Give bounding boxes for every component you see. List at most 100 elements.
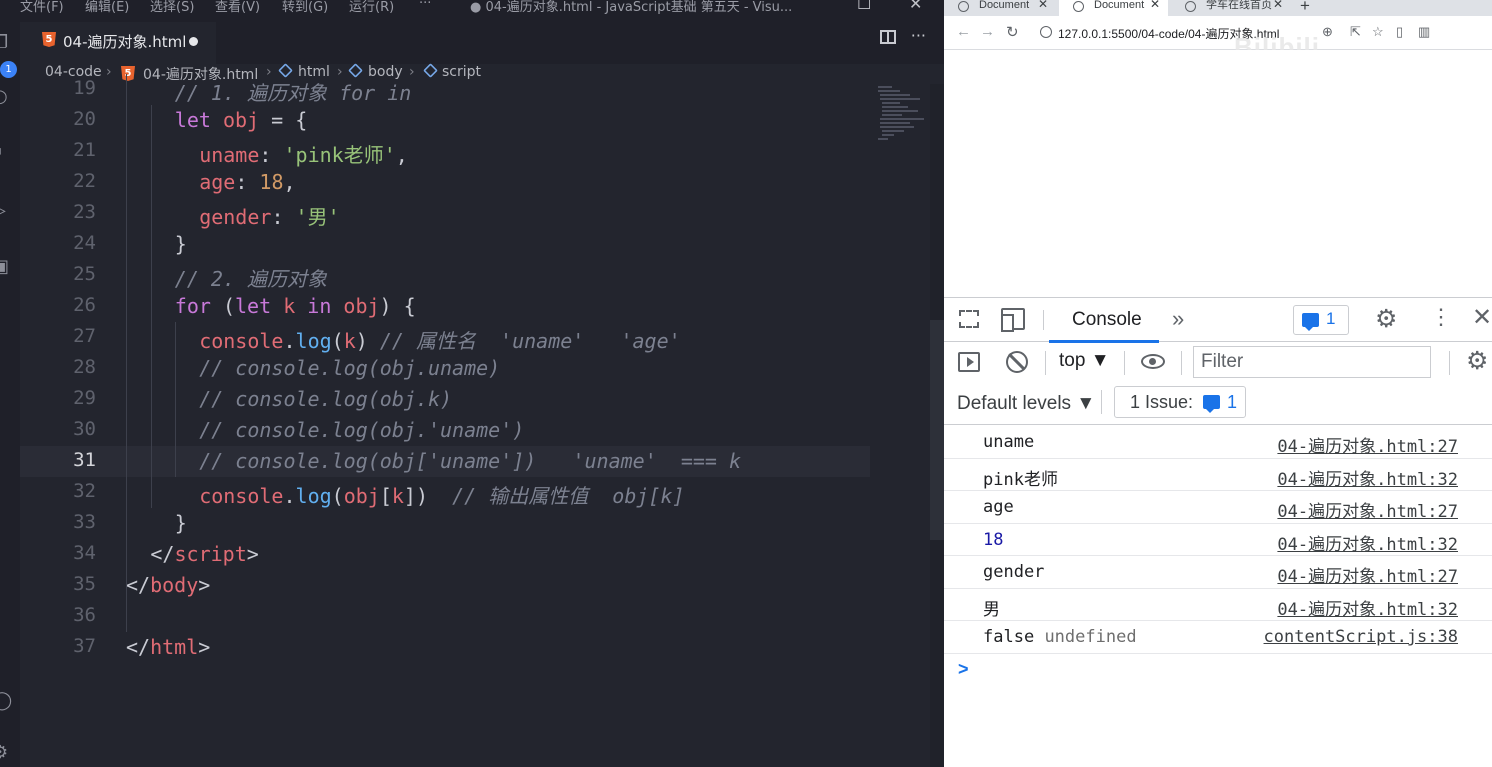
code-line[interactable]: 26 for (let k in obj) { bbox=[20, 291, 870, 322]
device-toolbar-icon[interactable] bbox=[1001, 308, 1025, 332]
explorer-icon[interactable]: ❐ bbox=[0, 32, 14, 54]
code-line[interactable]: 23 gender: '男' bbox=[20, 198, 870, 229]
code-token: body bbox=[150, 573, 199, 597]
unsaved-dot-icon[interactable] bbox=[189, 37, 198, 46]
zoom-icon[interactable]: ⊕ bbox=[1322, 24, 1333, 40]
code-line[interactable]: 19 // 1. 遍历对象 for in bbox=[20, 74, 870, 105]
indent-guide bbox=[175, 322, 176, 477]
account-icon[interactable]: ◯ bbox=[0, 690, 14, 712]
code-line[interactable]: 34 </script> bbox=[20, 539, 870, 570]
code-token: obj bbox=[343, 484, 380, 508]
split-editor-icon[interactable] bbox=[880, 30, 896, 44]
kebab-menu-icon[interactable]: ⋮ bbox=[1430, 304, 1452, 330]
close-tab-icon[interactable]: ✕ bbox=[1150, 0, 1160, 11]
console-source-link[interactable]: 04-遍历对象.html:32 bbox=[1277, 465, 1458, 490]
share-icon[interactable]: ⇱ bbox=[1350, 24, 1361, 40]
code-line[interactable]: 33} bbox=[20, 508, 870, 539]
inspect-element-icon[interactable] bbox=[959, 310, 979, 328]
code-editor[interactable]: 19 // 1. 遍历对象 for in 20 let obj = {21 uname:… bbox=[20, 74, 870, 767]
console-sidebar-icon[interactable] bbox=[958, 352, 980, 372]
console-source-link[interactable]: 04-遍历对象.html:32 bbox=[1277, 530, 1458, 555]
code-line[interactable]: 28 // console.log(obj.uname) bbox=[20, 353, 870, 384]
editor-tab[interactable]: 5 04-遍历对象.html bbox=[20, 22, 216, 64]
code-text: console.log(k) // 属性名 'uname' 'age' bbox=[199, 325, 680, 354]
more-tabs-icon[interactable]: » bbox=[1172, 306, 1184, 332]
run-debug-icon[interactable]: ▷ bbox=[0, 200, 14, 222]
console-settings-icon[interactable]: ⚙ bbox=[1466, 346, 1488, 376]
code-token: log bbox=[295, 329, 332, 353]
menu-file[interactable]: 文件(F) bbox=[20, 0, 64, 15]
close-tab-icon[interactable]: ✕ bbox=[1038, 0, 1048, 11]
browser-tab[interactable]: Document ✕ bbox=[944, 0, 1056, 16]
reading-mode-icon[interactable]: ▯ bbox=[1396, 24, 1403, 40]
code-token: } bbox=[174, 232, 187, 256]
console-source-link[interactable]: 04-遍历对象.html:27 bbox=[1277, 432, 1458, 457]
line-number: 30 bbox=[73, 418, 96, 440]
extensions-icon[interactable]: ▣ bbox=[0, 256, 14, 278]
back-arrow-icon[interactable]: ← bbox=[956, 23, 971, 40]
divider bbox=[1045, 351, 1046, 375]
browser-tab[interactable]: 学车在线首页 ✕ bbox=[1171, 0, 1291, 16]
code-token: ( bbox=[331, 484, 344, 508]
menu-run[interactable]: 运行(R) bbox=[349, 0, 394, 15]
issues-button[interactable]: 1 Issue: 1 bbox=[1114, 386, 1246, 418]
menu-go[interactable]: 转到(G) bbox=[282, 0, 328, 15]
console-prompt[interactable]: > bbox=[958, 659, 969, 680]
filter-input[interactable] bbox=[1193, 346, 1431, 378]
console-source-link[interactable]: 04-遍历对象.html:32 bbox=[1277, 595, 1458, 620]
minimap[interactable] bbox=[876, 84, 926, 144]
menu-more[interactable]: ··· bbox=[419, 0, 431, 11]
code-line[interactable]: 31 // console.log(obj['uname']) 'uname' =… bbox=[20, 446, 870, 477]
menu-view[interactable]: 查看(V) bbox=[215, 0, 260, 15]
code-line[interactable]: 22 age: 18, bbox=[20, 167, 870, 198]
bookmark-star-icon[interactable]: ☆ bbox=[1372, 24, 1384, 40]
more-actions-icon[interactable]: ··· bbox=[911, 26, 926, 45]
site-info-icon[interactable] bbox=[1040, 26, 1052, 38]
log-levels-select[interactable]: Default levels ▼ bbox=[957, 393, 1095, 415]
editor-scrollbar[interactable] bbox=[930, 84, 944, 767]
search-icon[interactable]: ○ bbox=[0, 86, 14, 108]
menu-selection[interactable]: 选择(S) bbox=[150, 0, 194, 15]
code-line[interactable]: 25 // 2. 遍历对象 bbox=[20, 260, 870, 291]
context-select[interactable]: top ▼ bbox=[1059, 350, 1110, 372]
divider bbox=[1449, 351, 1450, 375]
console-log-message: uname bbox=[983, 432, 1034, 452]
code-line[interactable]: 29 // console.log(obj.k) bbox=[20, 384, 870, 415]
code-token: 'pink老师' bbox=[283, 143, 396, 167]
clear-console-icon[interactable] bbox=[1006, 351, 1028, 373]
live-expression-eye-icon[interactable] bbox=[1141, 354, 1165, 369]
browser-tab-active[interactable]: Document ✕ bbox=[1059, 0, 1168, 16]
issues-badge-button[interactable]: 1 bbox=[1293, 305, 1349, 335]
console-source-link[interactable]: 04-遍历对象.html:27 bbox=[1277, 562, 1458, 587]
close-window-icon[interactable]: ✕ bbox=[909, 0, 922, 13]
settings-gear-icon[interactable]: ⚙ bbox=[0, 742, 14, 764]
page-viewport[interactable] bbox=[944, 50, 1492, 297]
code-token: in bbox=[295, 294, 344, 318]
new-tab-button[interactable]: + bbox=[1300, 0, 1310, 16]
close-icon[interactable]: ✕ bbox=[1472, 303, 1492, 332]
code-line[interactable]: 35 </body> bbox=[20, 570, 870, 601]
code-line[interactable]: 36 bbox=[20, 601, 870, 632]
line-number: 24 bbox=[73, 232, 96, 254]
devtools-tab-bar: Console » 1 ⚙ ⋮ ✕ bbox=[944, 298, 1492, 343]
code-line[interactable]: 20 let obj = { bbox=[20, 105, 870, 136]
scrollbar-thumb[interactable] bbox=[930, 320, 944, 540]
devtools-settings-icon[interactable]: ⚙ bbox=[1375, 305, 1397, 333]
code-line[interactable]: 32 console.log(obj[k]) // 输出属性值 obj[k] bbox=[20, 477, 870, 508]
forward-arrow-icon[interactable]: → bbox=[980, 23, 995, 40]
menu-edit[interactable]: 编辑(E) bbox=[85, 0, 129, 15]
reload-icon[interactable]: ↻ bbox=[1006, 23, 1019, 41]
close-tab-icon[interactable]: ✕ bbox=[1273, 0, 1283, 11]
code-line[interactable]: 21 uname: 'pink老师', bbox=[20, 136, 870, 167]
code-line[interactable]: 27 console.log(k) // 属性名 'uname' 'age' bbox=[20, 322, 870, 353]
maximize-icon[interactable]: ☐ bbox=[857, 0, 871, 13]
code-line[interactable]: 24} bbox=[20, 229, 870, 260]
console-log-row: 18 04-遍历对象.html:32 bbox=[944, 524, 1492, 556]
sidebar-icon[interactable]: ▥ bbox=[1418, 24, 1430, 40]
code-line[interactable]: 30 // console.log(obj.'uname') bbox=[20, 415, 870, 446]
console-source-link[interactable]: 04-遍历对象.html:27 bbox=[1277, 497, 1458, 522]
source-control-icon[interactable]: ⑂ bbox=[0, 144, 14, 166]
tab-console[interactable]: Console bbox=[1049, 298, 1159, 343]
code-line[interactable]: 37 </html> bbox=[20, 632, 870, 663]
console-source-link[interactable]: contentScript.js:38 bbox=[1264, 627, 1458, 647]
